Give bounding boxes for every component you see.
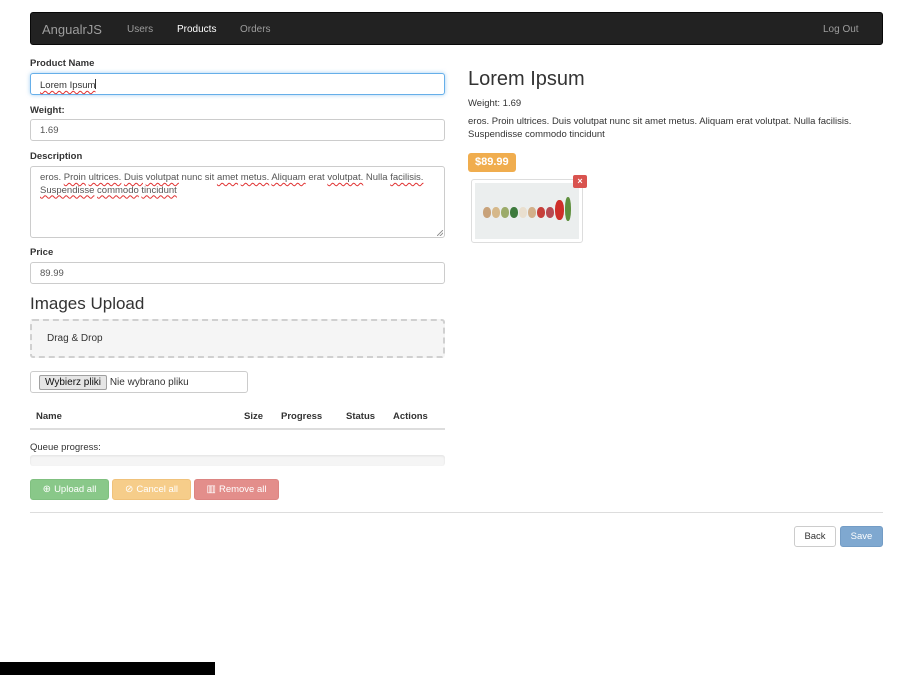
preview-title: Lorem Ipsum [468,68,585,90]
veg-shape [492,207,500,218]
remove-all-label: Remove all [218,484,267,495]
upload-icon: ⊕ [42,484,52,495]
brand-link[interactable]: AngualrJS [42,22,102,37]
preview-weight: Weight: 1.69 [468,98,522,109]
image-thumbnail [471,179,583,243]
description-text: eros. [40,172,62,183]
price-input[interactable]: 89.99 [30,262,445,284]
column-header-size: Size [244,411,264,422]
description-text: Nulla [365,172,388,183]
black-overlay-bar [0,662,215,675]
description-text: commodo [97,184,139,196]
vegetables-image [475,183,579,239]
description-textarea[interactable]: eros. Proin ultrices. Duis volutpat nunc… [30,166,445,238]
column-header-name: Name [36,411,62,422]
veg-shape [483,207,491,218]
description-label: Description [30,151,83,162]
preview-description: eros. Proin ultrices. Duis volutpat nunc… [468,116,852,140]
drag-drop-zone[interactable]: Drag & Drop [30,319,445,358]
weight-label: Weight: [30,105,65,116]
remove-all-button[interactable]: ▥ Remove all [194,479,279,500]
veg-shape [519,207,527,218]
file-status-text: Nie wybrano pliku [109,377,189,388]
back-button[interactable]: Back [794,526,836,547]
description-text: volutpat [145,172,179,183]
price-badge: $89.99 [468,153,516,172]
choose-files-button[interactable]: Wybierz pliki [39,375,108,390]
description-text: Suspendisse [40,184,95,196]
resize-handle[interactable] [437,230,443,236]
veg-shape [510,207,518,218]
veg-shape [546,207,554,218]
remove-image-button[interactable]: × [573,175,587,188]
veg-shape [537,207,545,218]
logout-link[interactable]: Log Out [823,24,859,35]
top-navbar: AngualrJS Users Products Orders Log Out [30,12,883,45]
trash-icon: ▥ [206,484,216,495]
upload-all-label: Upload all [54,484,97,495]
product-name-input[interactable]: Lorem Ipsum [30,73,445,95]
dropzone-label: Drag & Drop [47,333,103,344]
nav-products[interactable]: Products [177,24,216,35]
upload-all-button[interactable]: ⊕ Upload all [30,479,109,500]
description-text: erat [308,172,325,183]
product-name-label: Product Name [30,58,95,69]
description-text: Proin [63,172,86,183]
description-text: ultrices. [88,172,122,183]
cancel-all-button[interactable]: ⊘ Cancel all [112,479,191,500]
column-header-progress: Progress [281,411,323,422]
ban-icon: ⊘ [124,484,134,495]
description-text: metus. [240,172,270,183]
queue-progress-bar [30,455,445,466]
nav-orders[interactable]: Orders [240,24,271,35]
file-input[interactable]: Wybierz pliki Nie wybrano pliku [30,371,248,393]
veg-shape [565,197,571,221]
veg-shape [555,200,564,220]
veg-shape [501,207,509,218]
nav-users[interactable]: Users [127,24,153,35]
price-label: Price [30,247,54,258]
column-header-actions: Actions [393,411,428,422]
description-text: tincidunt [141,184,177,196]
veg-shape [528,207,536,218]
table-header-divider [30,428,445,430]
description-text: amet [216,172,239,183]
weight-input[interactable]: 1.69 [30,119,445,141]
save-button[interactable]: Save [840,526,883,547]
form-footer-divider [30,512,883,513]
column-header-status: Status [346,411,376,422]
cancel-all-label: Cancel all [136,484,179,495]
images-upload-title: Images Upload [30,294,145,313]
description-text: Aliquam [271,172,306,183]
text-caret [95,79,97,89]
description-text: volutpat. [327,172,364,183]
product-name-value: Lorem Ipsum [40,80,96,91]
description-text: Duis [123,172,143,183]
description-text: facilisis. [390,172,424,183]
description-text: nunc sit [181,172,215,183]
queue-progress-label: Queue progress: [30,442,101,453]
